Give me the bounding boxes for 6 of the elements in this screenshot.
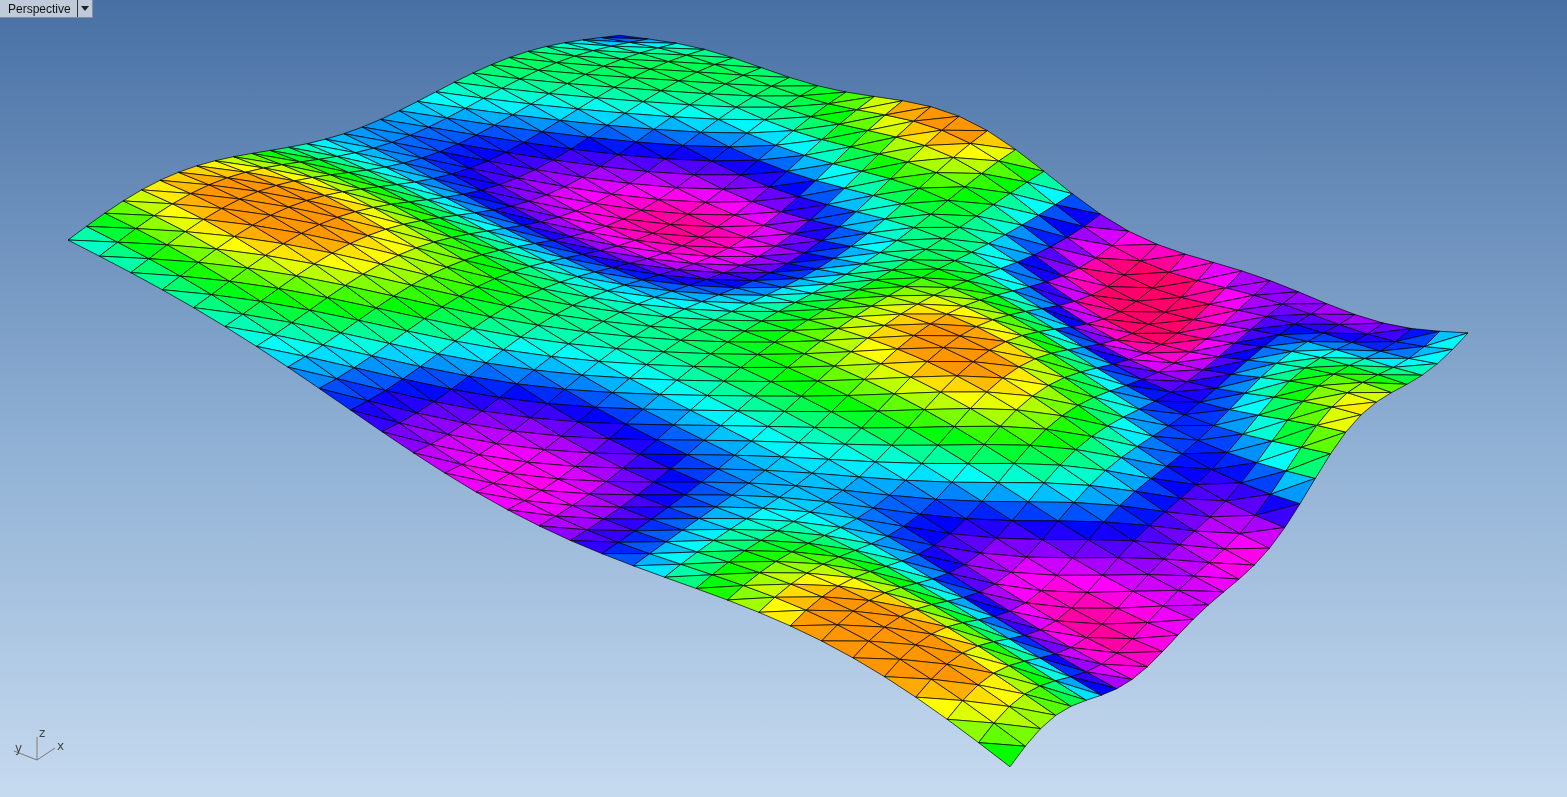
axis-icon (13, 736, 56, 761)
caret-icon (80, 6, 89, 11)
axis-label: x (57, 739, 65, 753)
axis-label: y (15, 741, 23, 755)
axis-label: z (39, 726, 46, 740)
viewport-title: Perspective (0, 0, 78, 17)
